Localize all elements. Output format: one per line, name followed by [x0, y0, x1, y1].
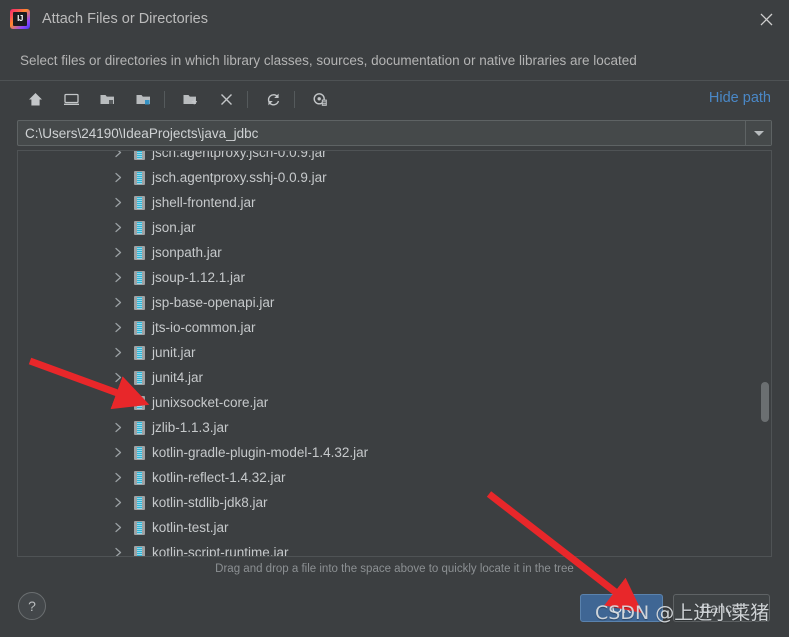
tree-row[interactable]: jsch.agentproxy.sshj-0.0.9.jar — [18, 165, 756, 190]
tree-row-label: jsch.agentproxy.sshj-0.0.9.jar — [152, 170, 327, 185]
jar-file-icon — [134, 170, 145, 185]
toolbar-separator — [294, 91, 295, 108]
tree-row[interactable]: jzlib-1.1.3.jar — [18, 415, 756, 440]
jar-file-icon — [134, 295, 145, 310]
jar-file-icon — [134, 395, 145, 410]
toolbar-separator — [164, 91, 165, 108]
tree-row-label: junixsocket-core.jar — [152, 395, 269, 410]
chevron-right-icon[interactable] — [110, 215, 126, 240]
tree-row-label: jsoup-1.12.1.jar — [152, 270, 246, 285]
tree-row[interactable]: kotlin-test.jar — [18, 515, 756, 540]
tree-row-label: kotlin-gradle-plugin-model-1.4.32.jar — [152, 445, 369, 460]
tree-row[interactable]: jts-io-common.jar — [18, 315, 756, 340]
new-folder-icon[interactable] — [174, 86, 206, 114]
chevron-right-icon[interactable] — [110, 390, 126, 415]
scrollbar-thumb[interactable] — [761, 382, 769, 422]
home-icon[interactable] — [19, 86, 51, 114]
tree-row-label: junit4.jar — [152, 370, 204, 385]
chevron-right-icon[interactable] — [110, 165, 126, 190]
file-tree[interactable]: jsch.agentproxy.jsch-0.0.9.jar jsch.agent… — [17, 150, 772, 557]
jar-file-icon — [134, 195, 145, 210]
jar-file-icon — [134, 520, 145, 535]
tree-row-label: junit.jar — [152, 345, 196, 360]
chevron-right-icon[interactable] — [110, 540, 126, 556]
close-icon[interactable] — [743, 0, 789, 38]
jar-file-icon — [134, 320, 145, 335]
jar-file-icon — [134, 270, 145, 285]
tree-row[interactable]: jsch.agentproxy.jsch-0.0.9.jar — [18, 150, 756, 165]
chevron-right-icon[interactable] — [110, 365, 126, 390]
tree-row-label: jzlib-1.1.3.jar — [152, 420, 229, 435]
tree-row-label: jsonpath.jar — [152, 245, 222, 260]
tree-row-label: jshell-frontend.jar — [152, 195, 256, 210]
tree-row[interactable]: jshell-frontend.jar — [18, 190, 756, 215]
tree-row-label: jsch.agentproxy.jsch-0.0.9.jar — [152, 150, 327, 160]
chevron-right-icon[interactable] — [110, 240, 126, 265]
chevron-right-icon[interactable] — [110, 340, 126, 365]
jar-file-icon — [134, 151, 145, 160]
tree-row[interactable]: kotlin-stdlib-jdk8.jar — [18, 490, 756, 515]
dialog-title: Attach Files or Directories — [42, 11, 208, 27]
tree-row[interactable]: kotlin-script-runtime.jar — [18, 540, 756, 557]
project-folder-icon[interactable] — [91, 86, 123, 114]
chevron-right-icon[interactable] — [110, 151, 126, 165]
dialog-subtitle: Select files or directories in which lib… — [20, 53, 637, 68]
tree-row[interactable]: kotlin-reflect-1.4.32.jar — [18, 465, 756, 490]
tree-row-label: kotlin-script-runtime.jar — [152, 545, 289, 557]
jar-file-icon — [134, 545, 145, 556]
drag-drop-hint: Drag and drop a file into the space abov… — [215, 563, 574, 575]
path-field-row — [17, 120, 772, 146]
chevron-right-icon[interactable] — [110, 465, 126, 490]
hide-path-link[interactable]: Hide path — [709, 90, 771, 106]
tree-row[interactable]: jsp-base-openapi.jar — [18, 290, 756, 315]
jar-file-icon — [134, 470, 145, 485]
toolbar-separator — [247, 91, 248, 108]
csdn-watermark: CSDN @上进小菜猪 — [595, 602, 770, 624]
chevron-right-icon[interactable] — [110, 440, 126, 465]
chevron-right-icon[interactable] — [110, 190, 126, 215]
chevron-right-icon[interactable] — [110, 490, 126, 515]
chevron-right-icon[interactable] — [110, 265, 126, 290]
tree-row-label: json.jar — [152, 220, 196, 235]
tree-row[interactable]: jsoup-1.12.1.jar — [18, 265, 756, 290]
jar-file-icon — [134, 420, 145, 435]
jar-file-icon — [134, 345, 145, 360]
tree-row-label: kotlin-reflect-1.4.32.jar — [152, 470, 286, 485]
tree-row[interactable]: kotlin-gradle-plugin-model-1.4.32.jar — [18, 440, 756, 465]
tree-row-label: kotlin-test.jar — [152, 520, 229, 535]
vertical-scrollbar[interactable] — [759, 152, 770, 556]
tree-row[interactable]: junixsocket-core.jar — [18, 390, 756, 415]
tree-row-label: kotlin-stdlib-jdk8.jar — [152, 495, 268, 510]
attach-files-dialog: IJ Attach Files or Directories Select fi… — [0, 0, 789, 637]
refresh-icon[interactable] — [257, 86, 289, 114]
chevron-right-icon[interactable] — [110, 290, 126, 315]
dialog-title-bar: IJ Attach Files or Directories — [0, 0, 789, 38]
tree-row[interactable]: junit4.jar — [18, 365, 756, 390]
module-folder-icon[interactable] — [127, 86, 159, 114]
jar-file-icon — [134, 370, 145, 385]
path-dropdown-button[interactable] — [745, 121, 771, 145]
tree-row-label: jsp-base-openapi.jar — [152, 295, 275, 310]
tree-row[interactable]: junit.jar — [18, 340, 756, 365]
tree-row[interactable]: jsonpath.jar — [18, 240, 756, 265]
show-hidden-icon[interactable] — [304, 86, 336, 114]
chevron-right-icon[interactable] — [110, 515, 126, 540]
chevron-down-icon — [753, 130, 764, 136]
jar-file-icon — [134, 495, 145, 510]
delete-icon[interactable] — [210, 86, 242, 114]
desktop-icon[interactable] — [55, 86, 87, 114]
jar-file-icon — [134, 445, 145, 460]
path-input[interactable] — [18, 121, 745, 145]
chevron-right-icon[interactable] — [110, 415, 126, 440]
chevron-right-icon[interactable] — [110, 315, 126, 340]
file-chooser-toolbar: Hide path — [0, 80, 789, 118]
help-button[interactable]: ? — [18, 592, 46, 620]
jar-file-icon — [134, 245, 145, 260]
intellij-idea-logo-icon: IJ — [10, 9, 30, 29]
jar-file-icon — [134, 220, 145, 235]
tree-row[interactable]: json.jar — [18, 215, 756, 240]
tree-row-label: jts-io-common.jar — [152, 320, 256, 335]
